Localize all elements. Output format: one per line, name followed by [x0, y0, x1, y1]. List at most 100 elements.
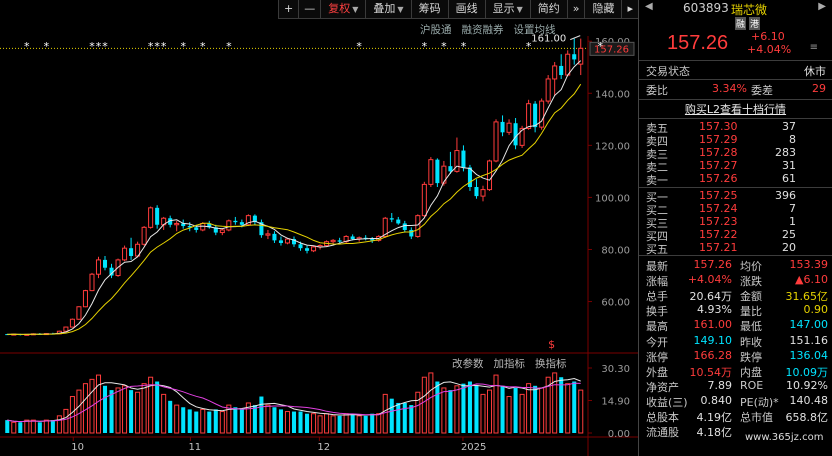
overlay-label: 叠加 [373, 2, 396, 15]
volume-bar [135, 391, 141, 434]
volume-bar [311, 413, 317, 434]
volume-bar [37, 422, 42, 433]
volume-bar [565, 383, 571, 434]
ma-settings-link[interactable]: 设置均线 [514, 22, 556, 37]
buy-level-price: 157.23 [699, 215, 738, 228]
more-button[interactable]: » [566, 0, 585, 19]
next-stock-icon[interactable]: ▶ [818, 1, 826, 12]
draw-line-button[interactable]: 画线 [447, 0, 485, 19]
hgt-link[interactable]: 沪股通 [420, 22, 452, 37]
stat-label: 金额 [740, 290, 762, 304]
stat-label: 内盘 [740, 365, 762, 379]
chevron-down-icon: ▼ [352, 5, 359, 14]
volume-bar [435, 381, 440, 433]
commission-row: 委比 3.34% 委差 29 [639, 82, 832, 98]
volume-bar [18, 422, 23, 433]
x-tick-label: 10 [71, 442, 84, 453]
overlay-dropdown[interactable]: 叠加 ▼ [365, 0, 410, 19]
volume-bar [402, 402, 407, 433]
divider [639, 99, 832, 100]
stat-value: 4.93% [697, 303, 732, 317]
candle-body [526, 103, 532, 129]
stat-row: 净资产 7.89 ROE 10.92% [639, 379, 832, 395]
volume-bar [30, 419, 36, 434]
sell-level-volume: 8 [789, 133, 796, 146]
volume-bar [382, 393, 388, 434]
change-params-button[interactable]: 改参数 [452, 356, 484, 371]
stat-row: 最高 161.00 最低 147.00 [639, 318, 832, 334]
news-star-marker: * [200, 40, 206, 53]
news-star-marker: * [89, 40, 95, 53]
stock-code: 603893 [683, 1, 729, 15]
stat-label: 最高 [646, 320, 668, 334]
candle-body [272, 233, 277, 241]
stat-row: 总股本 4.19亿 总市值 658.8亿 [639, 409, 832, 425]
display-label: 显示 [492, 2, 515, 15]
zoom-out-button[interactable]: — [298, 0, 320, 19]
chip-distribution-button[interactable]: 筹码 [410, 0, 448, 19]
stat-value: 136.04 [789, 348, 829, 362]
margin-trading-link[interactable]: 融资融券 [462, 22, 504, 37]
stat-value: ▲6.10 [795, 273, 828, 287]
sell-level-volume: 61 [782, 172, 796, 185]
candle-body [474, 187, 479, 197]
news-star-marker: * [102, 40, 108, 53]
kline-chart-area[interactable]: 60.0080.00100.00120.00140.00160.00157.26… [0, 0, 638, 456]
candle-body [174, 222, 180, 226]
candle-body [480, 189, 486, 197]
volume-bar [305, 413, 310, 433]
news-star-marker: * [356, 40, 362, 53]
candlestick-chart[interactable]: 60.0080.00100.00120.00140.00160.00157.26… [0, 0, 638, 456]
candle-body [102, 259, 108, 268]
volume-bar [500, 385, 505, 433]
add-indicator-button[interactable]: 加指标 [494, 356, 526, 371]
divider [639, 60, 832, 61]
volume-bar [513, 387, 518, 433]
candle-body [194, 227, 199, 230]
trade-status-value: 休市 [804, 65, 826, 78]
volume-bar [421, 376, 427, 434]
stat-value: 10.92% [786, 378, 828, 392]
volume-bar [102, 385, 108, 433]
sell-level-price: 157.29 [699, 133, 738, 146]
volume-bar [259, 396, 264, 433]
volume-bar [24, 419, 30, 434]
volume-bar [389, 398, 394, 433]
volume-bar [69, 396, 75, 434]
candle-body [278, 240, 283, 243]
fuquan-label: 复权 [328, 2, 351, 15]
candle-body [233, 220, 238, 223]
stat-label: 涨停 [646, 350, 668, 364]
buy-level-volume: 20 [782, 241, 796, 254]
volume-bar [200, 408, 206, 434]
volume-bar [5, 420, 10, 433]
candle-body [69, 318, 75, 328]
candle-body [461, 150, 466, 168]
fuquan-dropdown[interactable]: 复权 ▼ [320, 0, 365, 19]
divider [639, 118, 832, 119]
volume-bar [356, 415, 362, 434]
y-tick-label: 60.00 [601, 298, 630, 309]
prev-stock-icon[interactable]: ◀ [645, 1, 653, 12]
display-dropdown[interactable]: 显示 ▼ [484, 0, 530, 19]
collapse-panel-button[interactable]: ▸ [621, 0, 638, 19]
volume-bar [330, 415, 336, 434]
simple-mode-button[interactable]: 简约 [529, 0, 567, 19]
hide-button[interactable]: 隐藏 [584, 0, 621, 19]
buy-l2-link[interactable]: 购买L2查看十档行情 [639, 101, 832, 117]
volume-bar [428, 372, 434, 434]
volume-bar [363, 415, 368, 433]
sell-level-row[interactable]: 卖一 157.26 61 [639, 172, 832, 188]
volume-bar [298, 411, 303, 433]
switch-indicator-button[interactable]: 换指标 [535, 356, 567, 371]
stat-row: 最新 157.26 均价 153.39 [639, 258, 832, 274]
sell-level-label: 卖一 [646, 174, 668, 187]
volume-bar [174, 404, 180, 434]
dividend-marker: $ [548, 338, 555, 351]
sell-level-price: 157.27 [699, 159, 738, 172]
zoom-in-button[interactable]: + [278, 0, 298, 19]
menu-icon[interactable]: ≡ [810, 42, 818, 53]
stat-value: 10.54万 [689, 365, 733, 379]
stat-label: 今开 [646, 335, 668, 349]
candle-body [89, 273, 95, 292]
